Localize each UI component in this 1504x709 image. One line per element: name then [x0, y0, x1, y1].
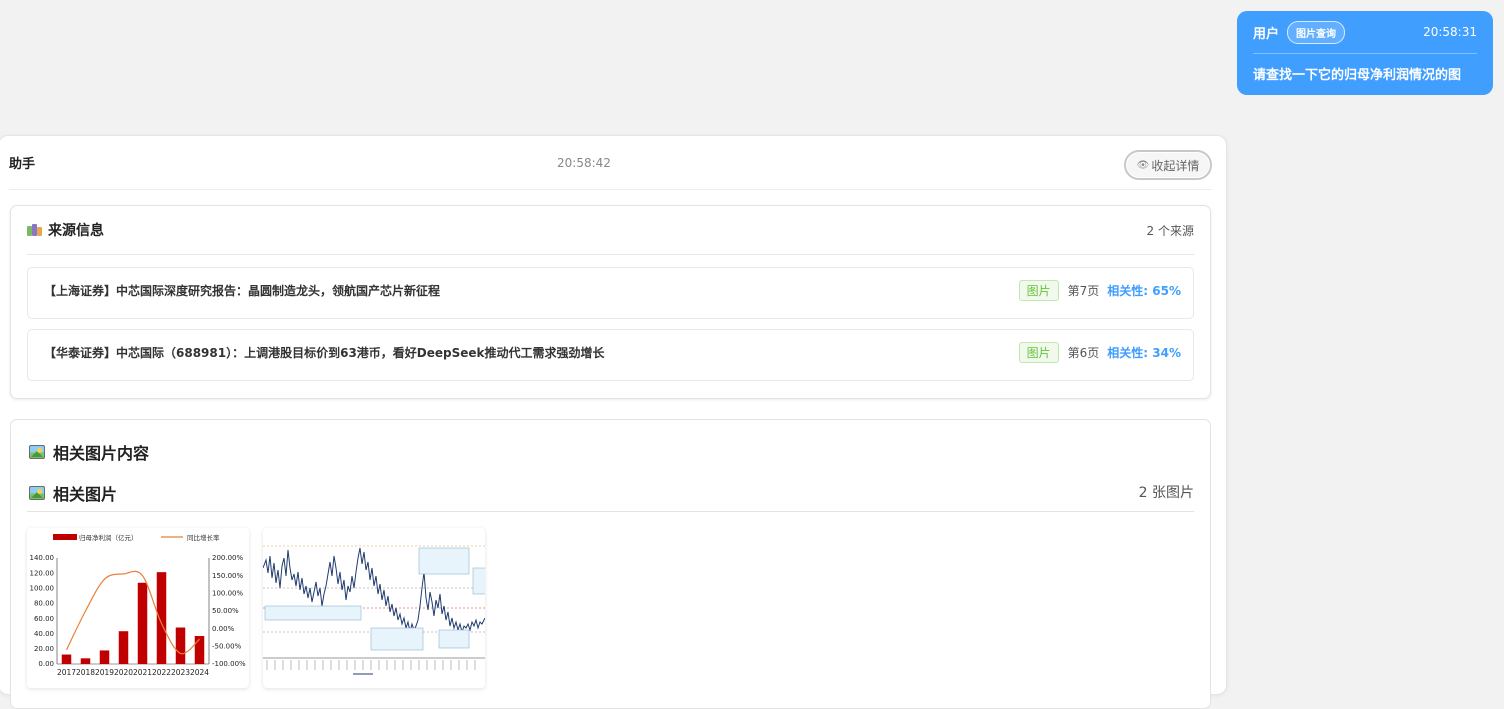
user-message-header: 用户 图片查询 20:58:31 [1253, 11, 1477, 54]
y-tick-label-right: 50.00% [212, 607, 239, 615]
related-images-section-heading: 相关图片内容 [29, 440, 149, 464]
image-count: 2 张图片 [1138, 485, 1194, 501]
bar [137, 582, 148, 664]
source-info-header: 来源信息 2 个来源 [27, 206, 1194, 255]
user-message-text: 请查找一下它的归母净利润情况的图 [1253, 68, 1462, 83]
source-title[interactable]: 【上海证券】中芯国际深度研究报告：晶圆制造龙头，领航国产芯片新征程 [44, 282, 440, 299]
image-thumbnail-net-profit-chart[interactable]: 归母净利润（亿元） 同比增长率 0.00 20.00 40.00 60.00 80.00… [27, 528, 249, 688]
y-tick-label-right: 0.00% [212, 625, 235, 633]
x-tick-label: 2020 [114, 668, 133, 677]
collapse-details-label: 收起详情 [1151, 158, 1200, 173]
source-meta: 图片 第6页 相关性: 34% [1018, 342, 1181, 363]
x-tick-label: 2024 [190, 668, 209, 677]
source-relevance: 相关性: 65% [1107, 284, 1181, 298]
x-tick-label: 2023 [171, 668, 190, 677]
collapse-details-button[interactable]: 👁︎ 收起详情 [1124, 150, 1212, 180]
source-page: 第7页 [1067, 284, 1100, 298]
user-message-bubble: 用户 图片查询 20:58:31 请查找一下它的归母净利润情况的图 [1237, 11, 1493, 95]
bar [156, 572, 167, 664]
source-info-card: 来源信息 2 个来源 【上海证券】中芯国际深度研究报告：晶圆制造龙头，领航国产芯… [10, 205, 1211, 399]
user-message-time: 20:58:31 [1423, 25, 1477, 39]
source-count: 2 个来源 [1146, 223, 1194, 238]
y-tick-label-left: 40.00 [34, 630, 54, 638]
bar [99, 650, 110, 664]
x-tick-label: 2022 [152, 668, 171, 677]
y-tick-label-right: 150.00% [212, 572, 243, 580]
picture-icon [29, 486, 45, 500]
y-tick-label-right: 100.00% [212, 590, 243, 598]
bar [118, 631, 129, 664]
x-tick-label: 2017 [57, 668, 76, 677]
y-tick-label-left: 120.00 [30, 569, 55, 577]
x-tick-label: 2019 [95, 668, 114, 677]
eye-slash-icon: 👁︎ [1136, 159, 1150, 171]
source-meta: 图片 第7页 相关性: 65% [1018, 280, 1181, 301]
x-tick-label: 2018 [76, 668, 95, 677]
y-tick-label-right: -50.00% [212, 643, 242, 651]
y-tick-label-right: 200.00% [212, 554, 243, 562]
source-page: 第6页 [1067, 346, 1100, 360]
source-info-title: 来源信息 [48, 223, 104, 239]
related-images-subtitle-row: 相关图片 [29, 481, 117, 505]
related-images-section-title: 相关图片内容 [53, 444, 150, 463]
legend-label-bar: 归母净利润（亿元） [79, 533, 138, 542]
net-profit-chart: 归母净利润（亿元） 同比增长率 0.00 20.00 40.00 60.00 80.00… [30, 533, 247, 677]
source-title[interactable]: 【华泰证券】中芯国际（688981）：上调港股目标价到63港币，看好DeepSe… [44, 344, 605, 361]
legend-swatch-bar [53, 534, 77, 540]
bar [194, 635, 205, 664]
query-type-tag: 图片查询 [1287, 20, 1346, 44]
stock-price-chart-image [263, 545, 485, 675]
bar [61, 654, 72, 664]
assistant-name: 助手 [9, 157, 36, 172]
picture-icon [29, 445, 45, 459]
y-tick-label-left: 0.00 [38, 660, 54, 668]
y-tick-label-left: 60.00 [34, 615, 54, 623]
source-item[interactable]: 【华泰证券】中芯国际（688981）：上调港股目标价到63港币，看好DeepSe… [27, 329, 1194, 381]
assistant-message-panel: 助手 20:58:42 👁︎ 收起详情 来源信息 2 个来源 【上海证券】中芯国… [0, 135, 1227, 709]
y-tick-label-left: 20.00 [34, 645, 54, 653]
related-images-subheader: 相关图片 2 张图片 [27, 475, 1194, 512]
user-name: 用户 [1253, 26, 1280, 42]
legend-label-line: 同比增长率 [187, 533, 220, 542]
books-icon [27, 224, 42, 236]
y-tick-label-left: 140.00 [30, 554, 55, 562]
source-item[interactable]: 【上海证券】中芯国际深度研究报告：晶圆制造龙头，领航国产芯片新征程 图片 第7页… [27, 267, 1194, 319]
y-tick-label-left: 80.00 [34, 600, 54, 608]
source-relevance: 相关性: 34% [1107, 346, 1181, 360]
assistant-message-time: 20:58:42 [557, 155, 611, 170]
related-images-subtitle: 相关图片 [53, 485, 118, 504]
assistant-header: 助手 20:58:42 👁︎ 收起详情 [9, 136, 1212, 190]
bar [175, 627, 186, 664]
x-tick-label: 2021 [133, 668, 152, 677]
related-images-card: 相关图片内容 相关图片 2 张图片 归母净利润（亿元） 同比增长率 0.00 2… [10, 419, 1211, 709]
source-type-badge: 图片 [1018, 280, 1059, 301]
y-tick-label-right: -100.00% [212, 660, 246, 668]
image-thumbnail-stock-chart[interactable] [263, 528, 485, 688]
bar [80, 658, 91, 664]
source-type-badge: 图片 [1018, 342, 1059, 363]
y-tick-label-left: 100.00 [30, 584, 55, 592]
